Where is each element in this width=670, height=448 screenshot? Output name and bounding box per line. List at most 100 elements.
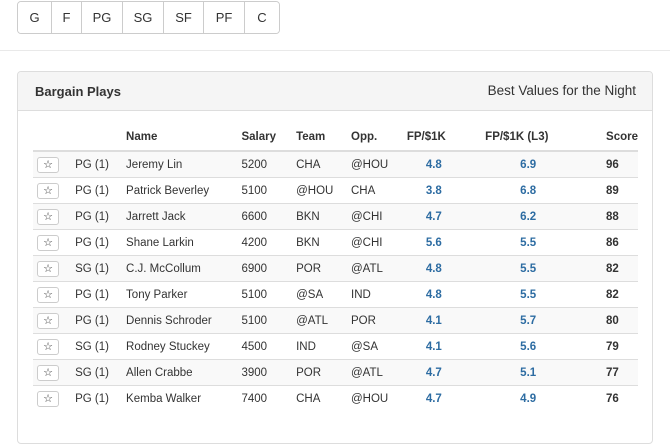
favorite-star-icon[interactable]: ☆: [37, 364, 59, 381]
fp-per-1k-value: 4.8: [406, 255, 486, 282]
favorite-star-icon[interactable]: ☆: [37, 156, 59, 173]
player-name: Kemba Walker: [126, 385, 242, 411]
star-cell: ☆: [33, 307, 76, 334]
header-fp-per-1k-l3[interactable]: FP/$1K (L3): [485, 124, 607, 152]
player-opponent: POR: [351, 307, 407, 334]
filter-pf-button[interactable]: PF: [204, 2, 245, 33]
fp-per-1k-value: 3.8: [406, 177, 486, 204]
fp-per-1k-l3-value: 6.9: [485, 150, 607, 178]
filter-sf-button[interactable]: SF: [164, 2, 204, 33]
player-team: IND: [296, 333, 351, 360]
player-score: 80: [606, 307, 638, 334]
star-cell: ☆: [33, 150, 76, 178]
star-cell: ☆: [33, 385, 76, 411]
fp-per-1k-l3-value: 4.9: [485, 385, 607, 411]
player-opponent: IND: [351, 281, 407, 308]
fp-per-1k-l3-value: 6.8: [485, 177, 607, 204]
fp-per-1k-l3-value: 5.6: [485, 333, 607, 360]
player-score: 82: [606, 281, 638, 308]
player-name: C.J. McCollum: [126, 255, 242, 282]
player-team: POR: [296, 255, 351, 282]
header-star: [33, 124, 76, 152]
table-row: ☆ PG (1) Tony Parker 5100 @SA IND 4.8 5.5 82: [33, 281, 638, 308]
fp-per-1k-value: 4.7: [406, 203, 486, 230]
filter-g-button[interactable]: G: [18, 2, 52, 33]
table-row: ☆ PG (1) Patrick Beverley 5100 @HOU CHA 3.8 6.8…: [33, 177, 638, 204]
fp-per-1k-l3-value: 5.5: [485, 229, 607, 256]
favorite-star-icon[interactable]: ☆: [37, 338, 59, 355]
favorite-star-icon[interactable]: ☆: [37, 234, 59, 251]
player-name: Patrick Beverley: [126, 177, 242, 204]
star-cell: ☆: [33, 333, 76, 360]
header-score[interactable]: Score: [606, 124, 638, 152]
player-position: PG (1): [75, 281, 127, 308]
header-position: [75, 124, 127, 152]
favorite-star-icon[interactable]: ☆: [37, 286, 59, 303]
table-header-row: Name Salary Team Opp. FP/$1K FP/$1K (L3)…: [33, 124, 638, 152]
player-position: SG (1): [75, 333, 127, 360]
favorite-star-icon[interactable]: ☆: [37, 182, 59, 199]
header-opp[interactable]: Opp.: [351, 124, 407, 152]
section-divider: [0, 50, 670, 51]
header-fp-per-1k[interactable]: FP/$1K: [406, 124, 486, 152]
player-salary: 4500: [241, 333, 297, 360]
favorite-star-icon[interactable]: ☆: [37, 260, 59, 277]
player-salary: 5100: [241, 177, 297, 204]
fp-per-1k-value: 5.6: [406, 229, 486, 256]
player-name: Jarrett Jack: [126, 203, 242, 230]
header-team[interactable]: Team: [296, 124, 351, 152]
favorite-star-icon[interactable]: ☆: [37, 312, 59, 329]
player-name: Jeremy Lin: [126, 150, 242, 178]
table-row: ☆ PG (1) Kemba Walker 7400 CHA @HOU 4.7 4.9 76: [33, 385, 638, 411]
header-name[interactable]: Name: [126, 124, 242, 152]
star-cell: ☆: [33, 177, 76, 204]
player-name: Rodney Stuckey: [126, 333, 242, 360]
table-row: ☆ PG (1) Shane Larkin 4200 BKN @CHI 5.6 5.5 86: [33, 229, 638, 256]
player-position: PG (1): [75, 229, 127, 256]
player-position: PG (1): [75, 203, 127, 230]
player-score: 79: [606, 333, 638, 360]
player-name: Dennis Schroder: [126, 307, 242, 334]
filter-f-button[interactable]: F: [52, 2, 82, 33]
player-opponent: @SA: [351, 333, 407, 360]
player-position: SG (1): [75, 359, 127, 386]
favorite-star-icon[interactable]: ☆: [37, 390, 59, 407]
player-name: Tony Parker: [126, 281, 242, 308]
filter-pg-button[interactable]: PG: [82, 2, 123, 33]
player-salary: 6600: [241, 203, 297, 230]
bargain-plays-panel: Bargain Plays Best Values for the Night …: [17, 71, 653, 444]
player-opponent: @CHI: [351, 203, 407, 230]
fp-per-1k-l3-value: 5.5: [485, 281, 607, 308]
table-row: ☆ SG (1) Rodney Stuckey 4500 IND @SA 4.1 5.6 79: [33, 333, 638, 360]
table-row: ☆ PG (1) Dennis Schroder 5100 @ATL POR 4.1 5.7 8…: [33, 307, 638, 334]
fp-per-1k-value: 4.8: [406, 281, 486, 308]
player-score: 96: [606, 150, 638, 178]
bargain-plays-table: Name Salary Team Opp. FP/$1K FP/$1K (L3)…: [33, 124, 638, 411]
star-cell: ☆: [33, 203, 76, 230]
header-salary[interactable]: Salary: [241, 124, 297, 152]
player-salary: 5200: [241, 150, 297, 178]
table-row: ☆ SG (1) C.J. McCollum 6900 POR @ATL 4.8 5.5 82: [33, 255, 638, 282]
player-team: CHA: [296, 385, 351, 411]
player-opponent: CHA: [351, 177, 407, 204]
player-opponent: @HOU: [351, 150, 407, 178]
favorite-star-icon[interactable]: ☆: [37, 208, 59, 225]
player-position: SG (1): [75, 255, 127, 282]
filter-sg-button[interactable]: SG: [123, 2, 164, 33]
fp-per-1k-value: 4.1: [406, 307, 486, 334]
player-opponent: @HOU: [351, 385, 407, 411]
table-row: ☆ SG (1) Allen Crabbe 3900 POR @ATL 4.7 5.1 77: [33, 359, 638, 386]
star-cell: ☆: [33, 359, 76, 386]
player-score: 86: [606, 229, 638, 256]
fp-per-1k-l3-value: 5.1: [485, 359, 607, 386]
player-name: Allen Crabbe: [126, 359, 242, 386]
player-score: 88: [606, 203, 638, 230]
player-salary: 7400: [241, 385, 297, 411]
player-score: 76: [606, 385, 638, 411]
player-score: 89: [606, 177, 638, 204]
fp-per-1k-l3-value: 5.5: [485, 255, 607, 282]
star-cell: ☆: [33, 229, 76, 256]
filter-c-button[interactable]: C: [245, 2, 279, 33]
fp-per-1k-value: 4.7: [406, 359, 486, 386]
panel-title: Bargain Plays: [35, 84, 121, 99]
